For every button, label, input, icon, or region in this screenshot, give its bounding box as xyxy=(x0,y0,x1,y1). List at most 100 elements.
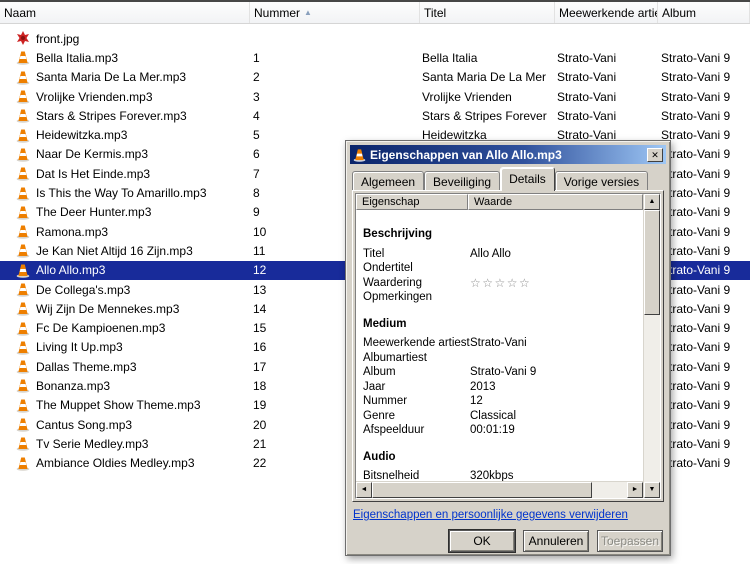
property-value: 12 xyxy=(470,395,643,407)
properties-grid-header: Eigenschap Waarde xyxy=(356,194,643,210)
vlc-cone-icon xyxy=(16,359,30,374)
file-name: Allo Allo.mp3 xyxy=(36,263,105,277)
tab[interactable]: Algemeen xyxy=(352,171,424,191)
tab[interactable]: Beveiliging xyxy=(424,171,500,191)
property-row[interactable]: Waardering ☆☆☆☆☆ xyxy=(356,276,643,291)
cancel-button[interactable]: Annuleren xyxy=(523,530,589,552)
file-name: Cantus Song.mp3 xyxy=(36,418,132,432)
property-row[interactable]: Nummer 12 xyxy=(356,394,643,409)
file-title: Vrolijke Vrienden xyxy=(420,90,555,104)
ok-button[interactable]: OK xyxy=(449,530,515,552)
vertical-scrollbar[interactable]: ▲ ▼ xyxy=(643,194,660,498)
file-album: Strato-Vani 9 xyxy=(658,456,750,470)
vlc-cone-icon xyxy=(16,50,30,65)
file-name: Wij Zijn De Mennekes.mp3 xyxy=(36,302,179,316)
horizontal-scrollbar-track[interactable] xyxy=(592,482,627,498)
column-header[interactable]: Nummer ▲ xyxy=(250,2,420,23)
file-name: De Collega's.mp3 xyxy=(36,283,130,297)
property-row[interactable]: Bitsnelheid 320kbps xyxy=(356,469,643,481)
file-name: Is This the Way To Amarillo.mp3 xyxy=(36,186,207,200)
property-label: Opmerkingen xyxy=(363,291,470,303)
scroll-up-icon[interactable]: ▲ xyxy=(644,194,660,210)
property-row[interactable]: Afspeelduur 00:01:19 xyxy=(356,423,643,438)
file-row[interactable]: Stars & Stripes Forever.mp3 4 Stars & St… xyxy=(0,106,750,125)
vlc-cone-icon xyxy=(16,186,30,201)
file-name-cell: The Muppet Show Theme.mp3 xyxy=(0,398,250,413)
property-row[interactable]: Opmerkingen xyxy=(356,290,643,305)
column-header[interactable]: Naam xyxy=(0,2,250,23)
horizontal-scrollbar-thumb[interactable] xyxy=(372,482,592,498)
scroll-down-icon[interactable]: ▼ xyxy=(644,482,660,498)
file-album: Strato-Vani 9 xyxy=(658,263,750,277)
property-row[interactable]: Ondertitel xyxy=(356,261,643,276)
file-name-cell: The Deer Hunter.mp3 xyxy=(0,205,250,220)
file-artist: Strato-Vani xyxy=(555,90,658,104)
file-row[interactable]: Santa Maria De La Mer.mp3 2 Santa Maria … xyxy=(0,68,750,87)
tab[interactable]: Vorige versies xyxy=(555,171,648,191)
property-row[interactable]: Medium xyxy=(356,317,643,332)
file-album: Strato-Vani 9 xyxy=(658,398,750,412)
property-label: Waardering xyxy=(363,277,470,289)
property-row[interactable]: Meewerkende artiesten Strato-Vani xyxy=(356,336,643,351)
column-header-row: Naam Nummer ▲ Titel Meewerkende artiest.… xyxy=(0,0,750,24)
dialog-titlebar[interactable]: Eigenschappen van Allo Allo.mp3 ✕ xyxy=(350,145,666,164)
file-name: Living It Up.mp3 xyxy=(36,340,123,354)
property-label: Afspeelduur xyxy=(363,424,470,436)
file-album: Strato-Vani 9 xyxy=(658,418,750,432)
file-row[interactable]: Bella Italia.mp3 1 Bella Italia Strato-V… xyxy=(0,48,750,67)
grid-header-eigenschap[interactable]: Eigenschap xyxy=(356,194,468,210)
vlc-cone-icon xyxy=(16,128,30,143)
horizontal-scrollbar[interactable]: ◄ ► xyxy=(356,481,643,498)
file-album: Strato-Vani 9 xyxy=(658,244,750,258)
property-label: Beschrijving xyxy=(363,228,470,240)
file-name-cell: Wij Zijn De Mennekes.mp3 xyxy=(0,301,250,316)
vertical-scrollbar-thumb[interactable] xyxy=(644,210,660,315)
file-name-cell: Cantus Song.mp3 xyxy=(0,417,250,432)
property-row[interactable]: Audio xyxy=(356,450,643,465)
vlc-cone-icon xyxy=(16,282,30,297)
vlc-cone-icon xyxy=(16,166,30,181)
explorer-window: Naam Nummer ▲ Titel Meewerkende artiest.… xyxy=(0,0,750,564)
file-name-cell: Ramona.mp3 xyxy=(0,224,250,239)
property-row[interactable]: Jaar 2013 xyxy=(356,380,643,395)
column-header-label: Nummer xyxy=(254,6,300,20)
column-header[interactable]: Meewerkende artiest... xyxy=(555,2,658,23)
grid-header-waarde[interactable]: Waarde xyxy=(468,194,643,210)
dialog-title: Eigenschappen van Allo Allo.mp3 xyxy=(370,148,643,162)
column-header[interactable]: Titel xyxy=(420,2,555,23)
file-name-cell: Tv Serie Medley.mp3 xyxy=(0,436,250,451)
scroll-left-icon[interactable]: ◄ xyxy=(356,482,372,498)
vlc-cone-icon xyxy=(16,243,30,258)
property-row[interactable]: Genre Classical xyxy=(356,409,643,424)
file-title: Santa Maria De La Mer xyxy=(420,70,555,84)
column-header[interactable]: Album xyxy=(658,2,750,23)
file-row[interactable]: Vrolijke Vrienden.mp3 3 Vrolijke Vriende… xyxy=(0,87,750,106)
close-button[interactable]: ✕ xyxy=(647,148,663,162)
property-label: Meewerkende artiesten xyxy=(363,337,470,349)
file-album: Strato-Vani 9 xyxy=(658,109,750,123)
property-label: Jaar xyxy=(363,381,470,393)
vertical-scrollbar-track[interactable] xyxy=(644,315,660,482)
file-name-cell: Heidewitzka.mp3 xyxy=(0,128,250,143)
tab[interactable]: Details xyxy=(500,167,555,191)
file-name-cell: Bonanza.mp3 xyxy=(0,378,250,393)
file-number: 4 xyxy=(250,109,420,123)
file-name: Heidewitzka.mp3 xyxy=(36,128,127,142)
property-row[interactable]: Albumartiest xyxy=(356,351,643,366)
scroll-right-icon[interactable]: ► xyxy=(627,482,643,498)
file-row[interactable]: front.jpg xyxy=(0,29,750,48)
file-name-cell: Vrolijke Vrienden.mp3 xyxy=(0,89,250,104)
property-row[interactable]: Titel Allo Allo xyxy=(356,247,643,262)
file-name: The Deer Hunter.mp3 xyxy=(36,205,151,219)
property-row[interactable]: Beschrijving xyxy=(356,227,643,242)
file-name-cell: front.jpg xyxy=(0,31,250,46)
properties-listbox: Eigenschap Waarde Beschrijving Tite xyxy=(355,193,661,499)
file-name: front.jpg xyxy=(36,32,79,46)
sort-arrow-icon: ▲ xyxy=(304,8,312,17)
apply-button[interactable]: Toepassen xyxy=(597,530,663,552)
file-album: Strato-Vani 9 xyxy=(658,186,750,200)
property-label: Ondertitel xyxy=(363,262,470,274)
property-row[interactable]: Album Strato-Vani 9 xyxy=(356,365,643,380)
remove-properties-link[interactable]: Eigenschappen en persoonlijke gegevens v… xyxy=(353,509,663,521)
file-name-cell: Santa Maria De La Mer.mp3 xyxy=(0,70,250,85)
